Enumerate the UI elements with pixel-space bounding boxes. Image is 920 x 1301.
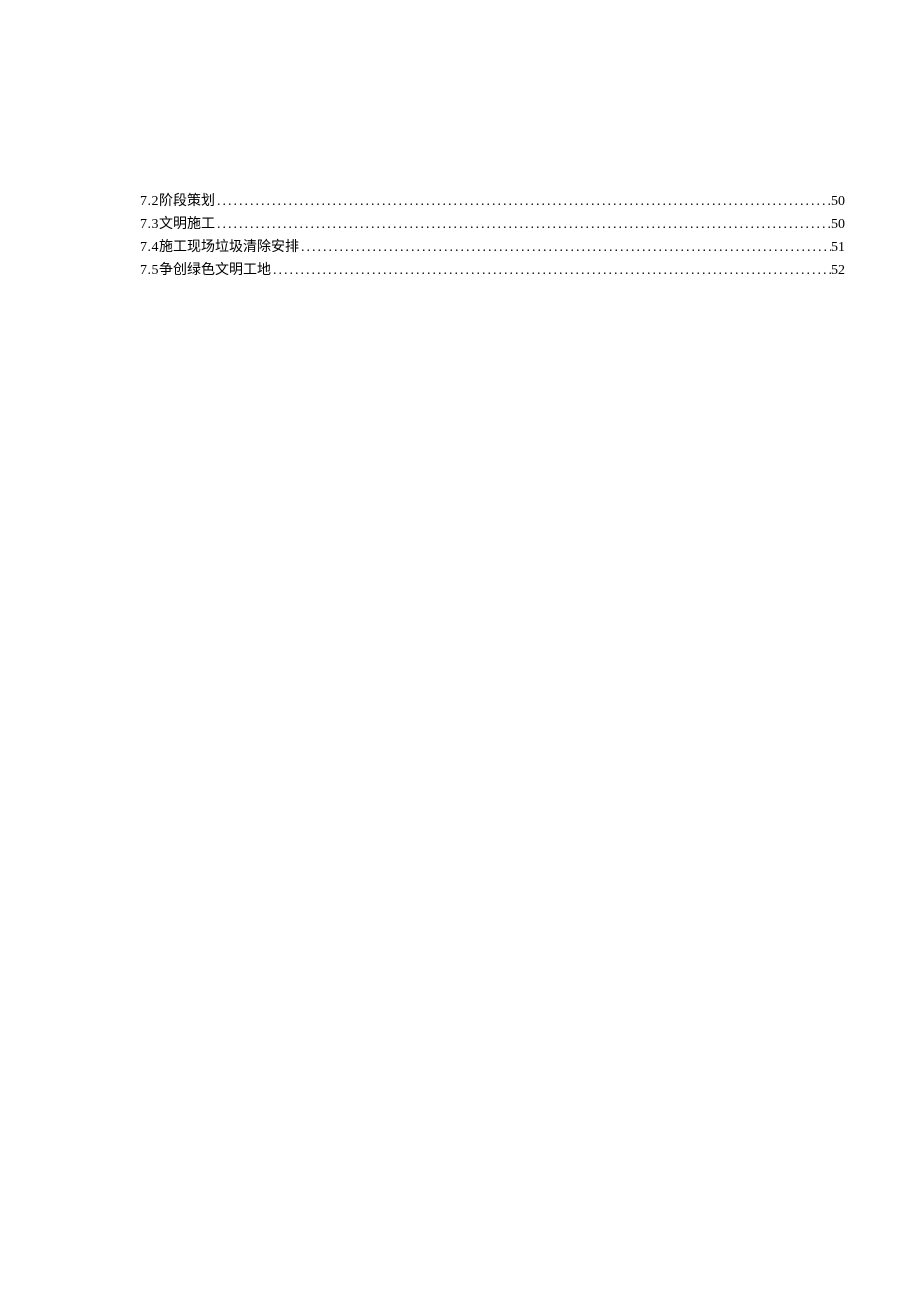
toc-entry: 7.5 争创绿色文明工地 52 (140, 259, 845, 282)
toc-section-number: 7.2 (140, 190, 159, 213)
toc-section-title: 阶段策划 (159, 190, 215, 213)
toc-section-number: 7.3 (140, 213, 159, 236)
toc-entry: 7.4 施工现场垃圾清除安排 51 (140, 236, 845, 259)
toc-section-title: 争创绿色文明工地 (159, 259, 271, 282)
toc-leader-dots (215, 213, 831, 236)
toc-section-title: 文明施工 (159, 213, 215, 236)
toc-page-number: 52 (831, 259, 845, 282)
toc-leader-dots (215, 190, 831, 213)
toc-page-number: 51 (831, 236, 845, 259)
toc-entry: 7.2 阶段策划 50 (140, 190, 845, 213)
toc-section-number: 7.5 (140, 259, 159, 282)
table-of-contents: 7.2 阶段策划 50 7.3 文明施工 50 7.4 施工现场垃圾清除安排 5… (140, 190, 845, 282)
toc-section-title: 施工现场垃圾清除安排 (159, 236, 299, 259)
toc-page-number: 50 (831, 213, 845, 236)
toc-section-number: 7.4 (140, 236, 159, 259)
toc-page-number: 50 (831, 190, 845, 213)
toc-leader-dots (299, 236, 831, 259)
toc-leader-dots (271, 259, 831, 282)
toc-entry: 7.3 文明施工 50 (140, 213, 845, 236)
